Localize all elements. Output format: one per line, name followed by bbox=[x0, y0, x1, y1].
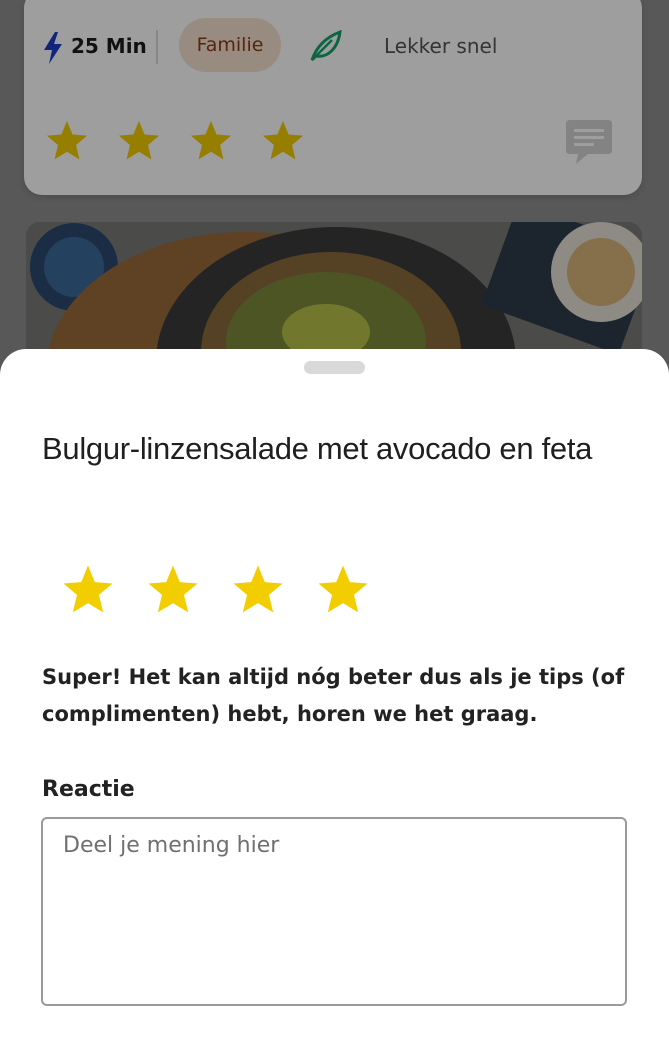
sheet-drag-handle[interactable] bbox=[304, 361, 365, 374]
recipe-title: Bulgur-linzensalade met avocado en feta bbox=[42, 431, 593, 466]
star-2-button[interactable] bbox=[145, 562, 201, 618]
star-4-button[interactable] bbox=[315, 562, 371, 618]
rating-feedback-text: Super! Het kan altijd nóg beter dus als … bbox=[42, 665, 625, 726]
comment-label: Reactie bbox=[42, 777, 135, 802]
rating-bottom-sheet: Bulgur-linzensalade met avocado en feta … bbox=[0, 349, 669, 1049]
comment-textarea[interactable] bbox=[41, 817, 627, 1006]
star-1-button[interactable] bbox=[60, 562, 116, 618]
rating-star-selector bbox=[60, 562, 371, 618]
star-3-button[interactable] bbox=[230, 562, 286, 618]
